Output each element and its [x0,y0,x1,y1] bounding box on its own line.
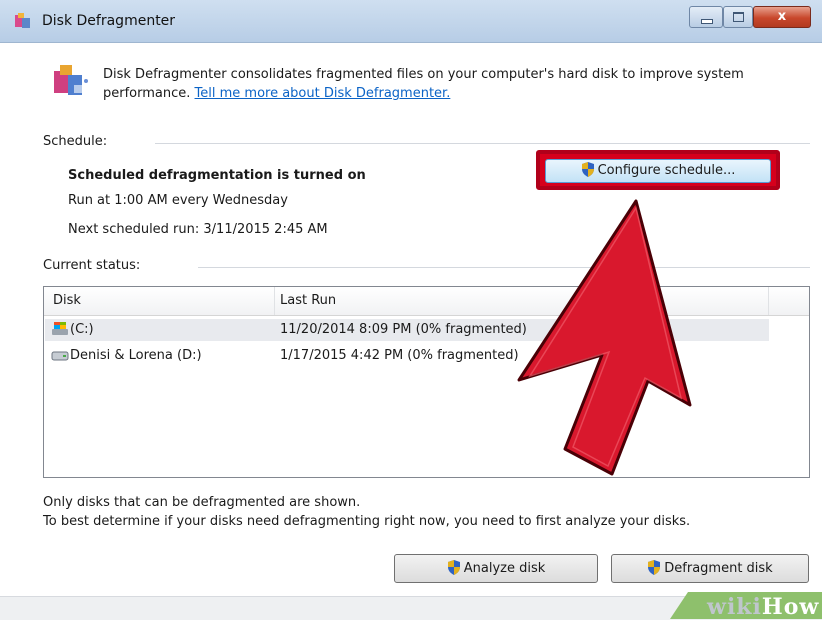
configure-schedule-button[interactable]: Configure schedule... [545,159,771,183]
hard-drive-icon [51,350,69,366]
next-scheduled-run: Next scheduled run: 3/11/2015 2:45 AM [68,222,328,237]
uac-shield-icon [647,558,661,585]
maximize-button[interactable] [723,6,753,28]
disk-name: (C:) [70,322,94,337]
disk-name: Denisi & Lorena (D:) [70,348,202,363]
uac-shield-icon [447,558,461,585]
analyze-disk-button[interactable]: Analyze disk [394,554,598,583]
schedule-run-time: Run at 1:00 AM every Wednesday [68,193,288,208]
defragment-disk-label: Defragment disk [664,561,773,576]
title-bar[interactable]: Disk Defragmenter x [0,0,822,43]
column-header-disk[interactable]: Disk [53,293,81,308]
table-row[interactable]: Denisi & Lorena (D:) 1/17/2015 4:42 PM (… [45,345,769,367]
defragmenter-icon [50,61,90,105]
system-drive-icon [51,321,69,341]
watermark-how: How [761,594,820,620]
disk-list-header: Disk Last Run [44,287,809,316]
minimize-button[interactable] [689,6,723,28]
disk-last-run: 1/17/2015 4:42 PM (0% fragmented) [280,348,519,363]
learn-more-link[interactable]: Tell me more about Disk Defragmenter. [195,86,451,101]
defragment-disk-button[interactable]: Defragment disk [611,554,809,583]
column-header-last-run[interactable]: Last Run [280,293,336,308]
current-status-label: Current status: [43,258,141,273]
disk-notes: Only disks that can be defragmented are … [43,493,690,531]
status-divider [198,267,810,268]
disk-last-run: 11/20/2014 8:09 PM (0% fragmented) [280,322,527,337]
schedule-status: Scheduled defragmentation is turned on [68,168,366,183]
close-button[interactable]: x [753,6,811,28]
uac-shield-icon [581,162,595,185]
column-separator[interactable] [768,287,769,315]
note-line-1: Only disks that can be defragmented are … [43,495,361,510]
schedule-section-label: Schedule: [43,134,108,149]
intro-text: Disk Defragmenter consolidates fragmente… [103,65,793,103]
wikihow-watermark: wikiHow [707,594,819,620]
analyze-disk-label: Analyze disk [463,561,546,576]
watermark-wiki: wiki [707,594,762,620]
window-title: Disk Defragmenter [42,13,176,29]
configure-schedule-label: Configure schedule... [597,163,736,178]
note-line-2: To best determine if your disks need def… [43,514,691,529]
column-separator[interactable] [274,287,275,315]
table-row[interactable]: (C:) 11/20/2014 8:09 PM (0% fragmented) [45,319,769,341]
schedule-divider [155,143,810,144]
disk-list[interactable]: Disk Last Run (C:) 11/20/2014 8:09 PM (0… [43,286,810,478]
disk-defragmenter-app-icon [14,12,32,34]
